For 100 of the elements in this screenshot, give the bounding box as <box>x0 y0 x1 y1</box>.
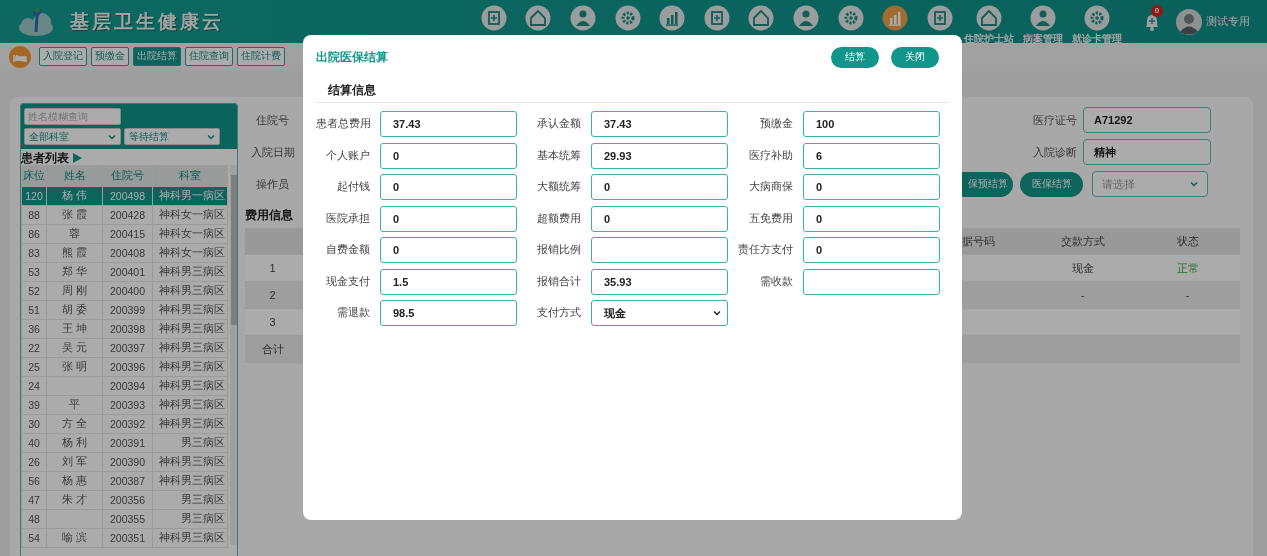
field-label: 个人账户 <box>325 148 370 163</box>
patient-row[interactable]: 25 张 明 200396 神科男三病区 <box>21 357 228 377</box>
tab[interactable]: 入院登记 <box>39 47 87 66</box>
table-cell: 30 <box>21 414 47 434</box>
patient-row[interactable]: 52 周 刚 200400 神科男三病区 <box>21 281 228 301</box>
input-field[interactable]: 0 <box>380 174 517 200</box>
document-icon <box>703 5 730 31</box>
input-field[interactable]: 0 <box>380 142 517 169</box>
table-cell: 25 <box>21 357 47 377</box>
table-cell: 胡 委 <box>46 300 103 320</box>
gear-icon <box>614 5 641 31</box>
table-cell: 周 刚 <box>46 281 103 301</box>
chevron-icon <box>207 133 215 140</box>
patient-row[interactable]: 53 郑 华 200401 神科男三病区 <box>21 262 228 282</box>
field-label: 医疗证号 <box>1033 112 1078 128</box>
patient-row[interactable]: 40 杨 利 200391 男三病区 <box>21 433 228 453</box>
table-cell: 平 <box>46 395 103 415</box>
table-cell: 2 <box>245 282 300 309</box>
patient-row[interactable]: 24 200394 神科男三病区 <box>21 376 228 396</box>
patient-row[interactable]: 54 喻 滨 200351 神科男三病区 <box>21 528 228 548</box>
person-icon <box>792 5 819 31</box>
avatar-icon[interactable] <box>1176 8 1202 35</box>
chevron-icon <box>713 310 721 316</box>
input-field[interactable]: 0 <box>380 237 517 263</box>
input-field[interactable]: 0 <box>803 205 940 232</box>
tab[interactable]: 住院计费 <box>237 47 285 66</box>
input-field[interactable]: 29.93 <box>591 142 728 169</box>
patient-row[interactable]: 88 张 霞 200428 神科女一病区 <box>21 205 228 225</box>
input-field[interactable]: 0 <box>380 205 517 232</box>
column-header: 住院号 <box>102 165 153 187</box>
table-cell: 26 <box>21 452 47 472</box>
table-cell: 52 <box>21 281 47 301</box>
input-field[interactable]: 0 <box>591 174 728 200</box>
input-field[interactable]: 0 <box>803 174 940 200</box>
play-icon[interactable] <box>73 153 82 163</box>
table-cell: 36 <box>21 319 47 339</box>
input-field[interactable]: 0 <box>591 205 728 232</box>
table-cell: 53 <box>21 262 47 282</box>
field-label: 预缴金 <box>759 117 793 131</box>
table-cell: 张 明 <box>46 357 103 377</box>
input-field[interactable]: 0 <box>803 237 940 263</box>
table-cell: 男三病区 <box>152 509 228 529</box>
tab[interactable]: 住院查询 <box>185 47 233 66</box>
patient-row[interactable]: 26 刘 军 200390 神科男三病区 <box>21 452 228 472</box>
input-field[interactable]: 37.43 <box>591 111 728 137</box>
person-icon <box>569 5 596 31</box>
table-cell: 200398 <box>102 319 153 339</box>
column-header: 据号码 <box>962 228 1030 255</box>
scrollbar[interactable] <box>230 165 237 545</box>
patient-row[interactable]: 48 200355 男三病区 <box>21 509 228 529</box>
table-cell: 神科男三病区 <box>152 376 228 396</box>
patient-row[interactable]: 56 杨 惠 200387 神科男三病区 <box>21 471 228 491</box>
input-field[interactable]: 37.43 <box>380 111 517 137</box>
table-cell: 200390 <box>102 452 153 472</box>
close-button[interactable]: 关闭 <box>891 46 939 68</box>
patient-row[interactable]: 120 杨 伟 200498 神科男一病区 <box>21 186 228 206</box>
input-field[interactable]: A71292 <box>1083 107 1211 133</box>
field-label: 超额费用 <box>536 211 581 226</box>
nav-item[interactable]: 住院护士站 <box>962 0 1016 43</box>
field-label: 大病商保 <box>748 180 793 194</box>
table-cell: - <box>1030 282 1135 309</box>
filter-select[interactable]: 等待结算 <box>124 128 220 145</box>
settle-button[interactable]: 医保结算 <box>1020 171 1083 197</box>
table-cell: 39 <box>21 395 47 415</box>
patient-row[interactable]: 39 平 200393 神科男三病区 <box>21 395 228 415</box>
patient-row[interactable]: 83 熊 霞 200408 神科女一病区 <box>21 243 228 263</box>
field-label: 患者总费用 <box>316 117 370 131</box>
prepay-settle-button[interactable]: 保预结算 <box>962 171 1013 197</box>
table-cell: 88 <box>21 205 47 225</box>
input-field[interactable]: 100 <box>803 111 940 137</box>
table-cell: 杨 利 <box>46 433 103 453</box>
document-icon <box>480 5 507 31</box>
patient-row[interactable]: 36 王 坤 200398 神科男三病区 <box>21 319 228 339</box>
list-title: 患者列表 <box>21 150 69 166</box>
tab[interactable]: 预缴金 <box>91 47 129 66</box>
field-label: 入院日期 <box>249 144 296 160</box>
settle-button[interactable]: 结算 <box>831 46 879 68</box>
input-field[interactable]: 1.5 <box>380 268 517 295</box>
select-field[interactable]: 现金 <box>591 300 728 326</box>
input-field[interactable]: 35.93 <box>591 268 728 295</box>
nav-item[interactable]: 病案管理 <box>1016 0 1070 43</box>
section-title: 结算信息 <box>316 83 949 103</box>
patient-row[interactable]: 30 方 全 200392 神科男三病区 <box>21 414 228 434</box>
tab[interactable]: 出院结算 <box>133 47 181 66</box>
nav-item[interactable]: 就诊卡管理 <box>1070 0 1124 43</box>
house-icon <box>748 5 775 31</box>
patient-row[interactable]: 86 蓉 200415 神科女一病区 <box>21 224 228 244</box>
input-field[interactable]: 98.5 <box>380 300 517 326</box>
table-cell: 神科男三病区 <box>152 471 228 491</box>
table-cell: 神科女一病区 <box>152 205 228 225</box>
user-name[interactable]: 测试专用 <box>1206 14 1250 29</box>
input-field[interactable]: 6 <box>803 142 940 169</box>
patient-row[interactable]: 22 吴 元 200397 神科男三病区 <box>21 338 228 358</box>
patient-row[interactable]: 51 胡 委 200399 神科男三病区 <box>21 300 228 320</box>
input-field[interactable]: 精神 <box>1083 139 1211 165</box>
input-field[interactable] <box>591 237 728 263</box>
patient-row[interactable]: 47 朱 才 200356 男三病区 <box>21 490 228 510</box>
table-cell: 神科男三病区 <box>152 452 228 472</box>
filter-select[interactable]: 全部科室 <box>24 128 121 145</box>
input-field[interactable] <box>803 268 940 295</box>
